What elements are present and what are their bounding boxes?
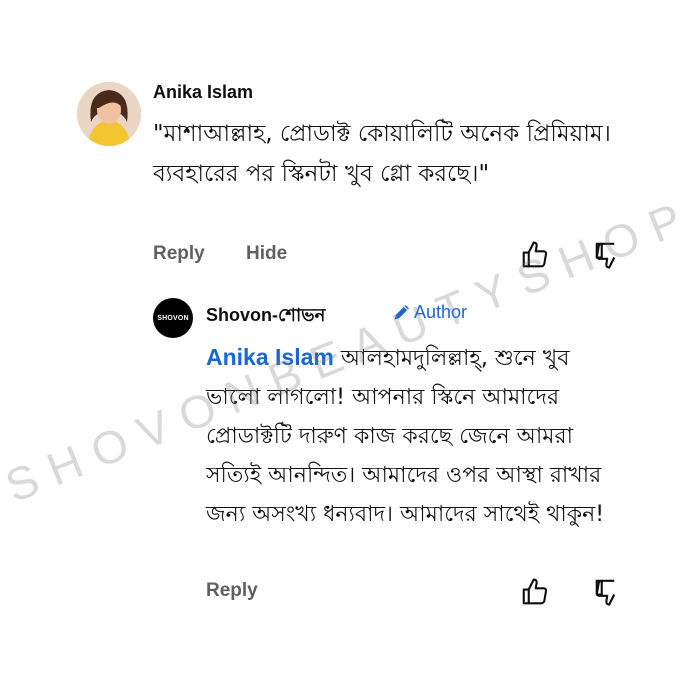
commenter-avatar[interactable] — [77, 82, 141, 146]
author-badge-label: Author — [414, 301, 468, 322]
reply-reply-button[interactable]: Reply — [206, 580, 258, 602]
thumbs-up-icon[interactable] — [520, 577, 550, 607]
reply-author-name[interactable]: Shovon-শোভন — [206, 301, 325, 332]
reply-author-avatar[interactable]: SHOVON — [153, 298, 193, 338]
thumbs-up-icon[interactable] — [520, 240, 550, 270]
commenter-name[interactable]: Anika Islam — [153, 82, 253, 103]
reply-button[interactable]: Reply — [153, 243, 205, 264]
pencil-icon — [394, 305, 409, 320]
mention-link[interactable]: Anika Islam — [206, 344, 334, 370]
reply-text: আলহামদুলিল্লাহ্, শুনে খুব ভালো লাগলো! আপ… — [206, 346, 605, 527]
comment-text: "মাশাআল্লাহ, প্রোডাক্ট কোয়ালিটি অনেক প্… — [153, 121, 611, 187]
thumbs-down-icon[interactable] — [593, 577, 623, 607]
reply-text-container: Anika Islam আলহামদুলিল্লাহ্, শুনে খুব ভা… — [206, 338, 606, 534]
author-badge: Author — [391, 301, 467, 323]
thumbs-down-icon[interactable] — [593, 240, 623, 270]
hide-button[interactable]: Hide — [246, 243, 287, 264]
comment-actions: Reply Hide — [153, 243, 323, 265]
